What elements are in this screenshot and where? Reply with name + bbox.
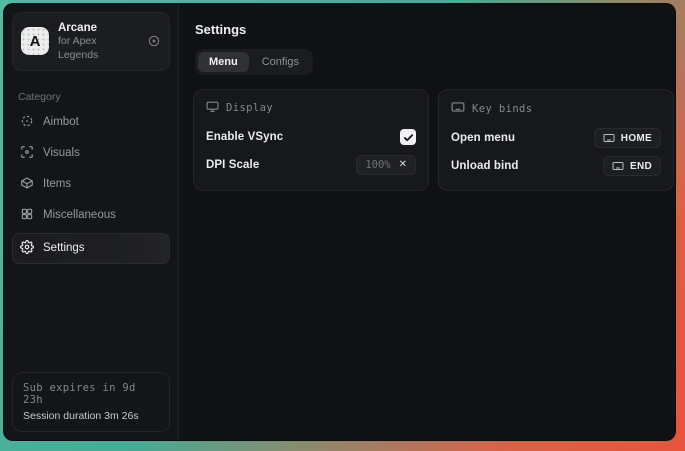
sidebar-item-label: Miscellaneous — [43, 209, 116, 221]
brand-logo: A — [21, 27, 49, 55]
unload-bind-keybind-button[interactable]: END — [603, 156, 661, 176]
sidebar-item-settings[interactable]: Settings — [12, 233, 170, 264]
keyboard-icon — [451, 100, 465, 117]
brand-card: A Arcane for Apex Legends — [12, 12, 170, 71]
sidebar-item-aimbot[interactable]: Aimbot — [12, 107, 170, 138]
display-card: Display Enable VSync DPI Scale — [193, 89, 429, 191]
dpi-scale-label: DPI Scale — [206, 159, 259, 171]
sidebar-item-miscellaneous[interactable]: Miscellaneous — [12, 200, 170, 231]
grid-icon — [20, 207, 34, 224]
tab-configs[interactable]: Configs — [251, 52, 310, 72]
sidebar-item-label: Visuals — [43, 147, 80, 159]
clear-icon[interactable]: ✕ — [399, 160, 407, 170]
dpi-scale-value: 100% — [365, 159, 390, 171]
sidebar-item-visuals[interactable]: Visuals — [12, 138, 170, 169]
sidebar: A Arcane for Apex Legends Category Aimbo… — [4, 4, 179, 440]
enable-vsync-checkbox[interactable] — [400, 129, 416, 145]
open-menu-label: Open menu — [451, 132, 515, 144]
main-content: Settings Menu Configs Display Enable VSy… — [179, 4, 676, 440]
dpi-scale-row: DPI Scale 100% ✕ — [206, 153, 416, 177]
dpi-scale-input[interactable]: 100% ✕ — [356, 155, 416, 175]
monitor-icon — [206, 100, 219, 116]
cube-icon — [20, 176, 34, 193]
enable-vsync-row: Enable VSync — [206, 125, 416, 149]
open-menu-row: Open menu HOME — [451, 126, 661, 150]
keyboard-icon — [612, 160, 624, 172]
keybinds-card-header: Key binds — [451, 100, 661, 117]
subscription-status-card: Sub expires in 9d 23h Session duration 3… — [12, 372, 170, 432]
target-icon[interactable] — [147, 34, 161, 48]
unload-bind-row: Unload bind END — [451, 154, 661, 178]
gear-icon — [20, 240, 34, 257]
brand-subtitle: for Apex Legends — [58, 35, 138, 61]
keybinds-card-title: Key binds — [472, 103, 533, 115]
settings-cards: Display Enable VSync DPI Scale — [193, 89, 674, 191]
brand-name: Arcane — [58, 21, 138, 35]
crosshair-icon — [20, 114, 34, 131]
app-window: A Arcane for Apex Legends Category Aimbo… — [3, 3, 676, 441]
sidebar-item-items[interactable]: Items — [12, 169, 170, 200]
category-nav: Aimbot Visuals Items — [4, 107, 178, 264]
sidebar-item-label: Settings — [43, 242, 85, 254]
unload-bind-label: Unload bind — [451, 160, 519, 172]
eye-scan-icon — [20, 145, 34, 162]
open-menu-key: HOME — [621, 133, 652, 144]
open-menu-keybind-button[interactable]: HOME — [594, 128, 661, 148]
category-label: Category — [18, 91, 164, 103]
settings-tabbar: Menu Configs — [195, 49, 313, 75]
sidebar-item-label: Items — [43, 178, 71, 190]
brand-text: Arcane for Apex Legends — [58, 21, 138, 62]
display-card-title: Display — [226, 102, 273, 114]
page-title: Settings — [195, 22, 674, 37]
enable-vsync-label: Enable VSync — [206, 131, 283, 143]
check-icon — [403, 132, 414, 143]
unload-bind-key: END — [630, 161, 652, 172]
tab-menu[interactable]: Menu — [198, 52, 249, 72]
sidebar-item-label: Aimbot — [43, 116, 79, 128]
session-duration-text: Session duration 3m 26s — [23, 410, 159, 422]
keyboard-icon — [603, 132, 615, 144]
sub-expires-text: Sub expires in 9d 23h — [23, 382, 159, 406]
keybinds-card: Key binds Open menu HOME Unload bin — [438, 89, 674, 191]
display-card-header: Display — [206, 100, 416, 116]
